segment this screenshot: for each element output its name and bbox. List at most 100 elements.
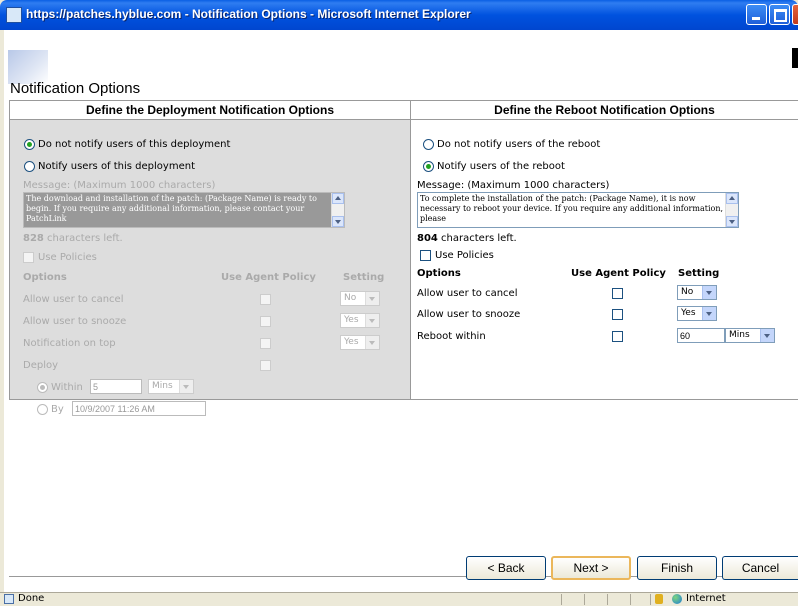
internet-zone-icon — [672, 594, 682, 604]
scrollbar-edge — [792, 48, 798, 68]
cancel-button[interactable]: Cancel — [722, 556, 798, 580]
next-button[interactable]: Next > — [551, 556, 631, 580]
chevron-down-icon — [365, 314, 379, 327]
reboot-message-text: To complete the installation of the patc… — [420, 194, 724, 223]
scroll-down-icon[interactable] — [726, 216, 738, 227]
deploy-use-policies-checkbox[interactable] — [23, 252, 34, 263]
reboot-panel-header: Define the Reboot Notification Options — [411, 101, 798, 120]
lock-icon — [655, 594, 663, 604]
window-title: https://patches.hyblue.com - Notificatio… — [26, 7, 471, 21]
reboot-message-textarea[interactable]: To complete the installation of the patc… — [417, 192, 739, 228]
deploy-chars-left-count: 828 — [23, 233, 44, 244]
deploy-snooze-setting-select[interactable]: Yes — [340, 313, 380, 328]
status-bar: Done Internet — [0, 592, 798, 606]
status-divider — [607, 594, 608, 605]
reboot-use-policies-checkbox[interactable] — [420, 250, 431, 261]
radio-reboot-no-notify[interactable] — [423, 139, 434, 150]
reboot-col-options: Options — [417, 268, 461, 279]
reboot-snooze-setting-select[interactable]: Yes — [677, 306, 717, 321]
radio-reboot-no-notify-label: Do not notify users of the reboot — [437, 139, 601, 150]
status-divider — [630, 594, 631, 605]
deploy-message-scrollbar[interactable] — [331, 193, 344, 227]
page-done-icon — [4, 594, 14, 604]
reboot-use-policies-label: Use Policies — [435, 250, 494, 261]
reboot-option-label: Allow user to snooze — [417, 309, 521, 320]
deploy-col-setting: Setting — [343, 272, 385, 283]
radio-deploy-no-notify-label: Do not notify users of this deployment — [38, 139, 231, 150]
reboot-chars-left-count: 804 — [417, 233, 438, 244]
chevron-down-icon[interactable] — [760, 329, 774, 342]
reboot-snooze-setting-value: Yes — [681, 308, 696, 318]
scroll-down-icon[interactable] — [332, 216, 344, 227]
chevron-down-icon — [179, 380, 193, 393]
logo-image — [8, 50, 48, 84]
reboot-message-scrollbar[interactable] — [725, 193, 738, 227]
radio-reboot-notify[interactable] — [423, 161, 434, 172]
radio-deploy-within[interactable] — [37, 382, 48, 393]
radio-deploy-no-notify[interactable] — [24, 139, 35, 150]
reboot-message-label: Message: (Maximum 1000 characters) — [417, 180, 610, 191]
radio-deploy-notify[interactable] — [24, 161, 35, 172]
deployment-options-panel: Define the Deployment Notification Optio… — [9, 100, 411, 416]
reboot-col-use-agent-policy: Use Agent Policy — [571, 268, 666, 279]
deploy-option-label: Notification on top — [23, 338, 116, 349]
radio-reboot-notify-label: Notify users of the reboot — [437, 161, 565, 172]
deploy-within-unit-value: Mins — [152, 381, 173, 391]
back-button[interactable]: < Back — [466, 556, 546, 580]
reboot-options-panel: Define the Reboot Notification Options D… — [411, 100, 798, 400]
reboot-chars-left-suffix: characters left. — [437, 233, 517, 244]
reboot-within-unit-value: Mins — [729, 330, 750, 340]
deployment-panel-header: Define the Deployment Notification Optio… — [10, 101, 410, 120]
reboot-within-input[interactable] — [677, 328, 725, 343]
close-button[interactable] — [792, 4, 798, 25]
deploy-snooze-setting-value: Yes — [344, 315, 359, 325]
deploy-ontop-setting-select[interactable]: Yes — [340, 335, 380, 350]
deploy-chars-left-suffix: characters left. — [43, 233, 123, 244]
scroll-up-icon[interactable] — [332, 193, 344, 204]
reboot-col-setting: Setting — [678, 268, 720, 279]
deploy-by-label: By — [51, 404, 64, 415]
deploy-option-agent-policy-checkbox[interactable] — [260, 294, 271, 305]
chevron-down-icon — [365, 292, 379, 305]
deploy-chars-left: 828 characters left. — [23, 233, 123, 244]
deploy-option-label: Allow user to snooze — [23, 316, 127, 327]
status-divider — [584, 594, 585, 605]
deploy-message-label: Message: (Maximum 1000 characters) — [23, 180, 216, 191]
deploy-by-datetime-input[interactable] — [72, 401, 206, 416]
deploy-within-input[interactable] — [90, 379, 142, 394]
deploy-within-label: Within — [51, 382, 83, 393]
reboot-option-agent-policy-checkbox[interactable] — [612, 288, 623, 299]
reboot-chars-left: 804 characters left. — [417, 233, 517, 244]
deploy-option-agent-policy-checkbox[interactable] — [260, 360, 271, 371]
status-divider — [561, 594, 562, 605]
deploy-option-agent-policy-checkbox[interactable] — [260, 338, 271, 349]
deploy-within-unit-select[interactable]: Mins — [148, 379, 194, 394]
deploy-col-use-agent-policy: Use Agent Policy — [221, 272, 316, 283]
page-content: Notification Options Define the Deployme… — [4, 30, 798, 592]
deploy-cancel-setting-select[interactable]: No — [340, 291, 380, 306]
reboot-option-agent-policy-checkbox[interactable] — [612, 331, 623, 342]
deploy-ontop-setting-value: Yes — [344, 337, 359, 347]
chevron-down-icon[interactable] — [702, 286, 716, 299]
deploy-option-label: Deploy — [23, 360, 59, 371]
deploy-option-agent-policy-checkbox[interactable] — [260, 316, 271, 327]
minimize-button[interactable] — [746, 4, 767, 25]
maximize-button[interactable] — [769, 4, 790, 25]
chevron-down-icon[interactable] — [702, 307, 716, 320]
reboot-within-unit-select[interactable]: Mins — [725, 328, 775, 343]
radio-deploy-by[interactable] — [37, 404, 48, 415]
finish-button[interactable]: Finish — [637, 556, 717, 580]
window-titlebar: https://patches.hyblue.com - Notificatio… — [0, 0, 798, 30]
security-zone-label: Internet — [686, 593, 726, 604]
deploy-use-policies-label: Use Policies — [38, 252, 97, 263]
ie-page-icon — [6, 7, 22, 23]
deploy-col-options: Options — [23, 272, 67, 283]
reboot-cancel-setting-select[interactable]: No — [677, 285, 717, 300]
scroll-up-icon[interactable] — [726, 193, 738, 204]
chevron-down-icon — [365, 336, 379, 349]
status-text: Done — [18, 593, 45, 604]
reboot-option-agent-policy-checkbox[interactable] — [612, 309, 623, 320]
reboot-option-label: Reboot within — [417, 331, 486, 342]
radio-deploy-notify-label: Notify users of this deployment — [38, 161, 195, 172]
deploy-message-textarea[interactable]: The download and installation of the pat… — [23, 192, 345, 228]
